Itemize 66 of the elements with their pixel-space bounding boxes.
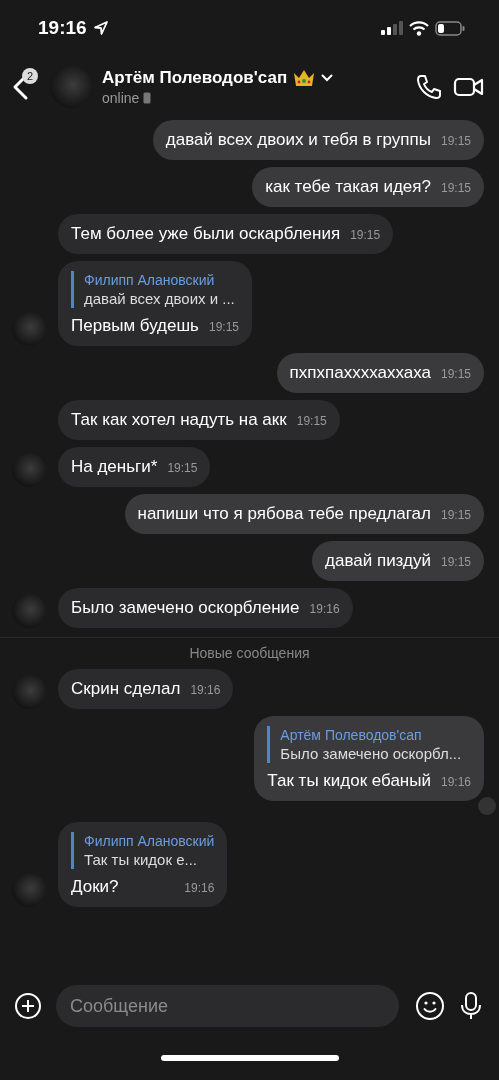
message-text: пхпхпаххххаххаха xyxy=(289,362,431,384)
message-bubble[interactable]: давай пиздуй 19:15 xyxy=(312,541,484,581)
wifi-icon xyxy=(409,20,429,36)
reply-author: Филипп Алановский xyxy=(84,272,216,288)
video-call-icon[interactable] xyxy=(453,75,485,99)
message-text: напиши что я рябова тебе предлагал xyxy=(137,503,431,525)
message-time: 19:15 xyxy=(440,555,471,569)
message-bubble[interactable]: На деньги* 19:15 xyxy=(58,447,211,487)
message-time: 19:15 xyxy=(440,367,471,381)
reply-quote[interactable]: Филипп Алановский Так ты кидок е... xyxy=(71,832,215,869)
message-input[interactable]: Сообщение xyxy=(56,985,399,1027)
status-time: 19:16 xyxy=(38,17,87,39)
phone-device-icon xyxy=(143,92,152,104)
message-text: Так ты кидок ебаный xyxy=(267,770,431,792)
message-bubble[interactable]: Филипп Алановский давай всех двоих и ... Первым будешь 19:15 xyxy=(58,261,252,346)
message-bubble[interactable]: Тем более уже были оскарбления 19:15 xyxy=(58,214,394,254)
message-text: как тебе такая идея? xyxy=(265,176,431,198)
emoji-icon[interactable] xyxy=(415,991,445,1021)
reply-author: Артём Полеводов'сап xyxy=(280,727,423,743)
microphone-icon[interactable] xyxy=(459,991,483,1021)
reply-author: Филипп Алановский xyxy=(84,833,215,849)
online-status: online xyxy=(102,90,140,106)
call-icon[interactable] xyxy=(415,73,443,101)
message-time: 19:15 xyxy=(167,461,198,475)
message-text: Было замечено оскорбление xyxy=(71,597,300,619)
reply-text: Было замечено оскорбл... xyxy=(280,745,463,762)
message-text: Скрин сделал xyxy=(71,678,181,700)
message-bubble[interactable]: Было замечено оскорбление 19:16 xyxy=(58,588,353,628)
message-time: 19:15 xyxy=(440,134,471,148)
reply-text: Так ты кидок е... xyxy=(84,851,198,868)
message-time: 19:15 xyxy=(350,228,381,242)
message-bubble[interactable]: как тебе такая идея? 19:15 xyxy=(252,167,484,207)
message-text: На деньги* xyxy=(71,456,158,478)
new-messages-divider: Новые сообщения xyxy=(189,645,310,661)
add-icon[interactable] xyxy=(14,992,42,1020)
message-text: давай пиздуй xyxy=(325,550,431,572)
message-bubble[interactable]: Скрин сделал 19:16 xyxy=(58,669,234,709)
crown-icon xyxy=(293,69,316,87)
message-bubble[interactable]: напиши что я рябова тебе предлагал 19:15 xyxy=(124,494,484,534)
message-text: Доки? xyxy=(71,876,119,898)
message-time: 19:16 xyxy=(190,683,221,697)
reply-quote[interactable]: Филипп Алановский давай всех двоих и ... xyxy=(71,271,239,308)
message-bubble[interactable]: Филипп Алановский Так ты кидок е... Доки? 19:16 xyxy=(58,822,228,907)
message-bubble[interactable]: Артём Полеводов'сап Было замечено оскорбл... Так ты кидок ебаный 19:16 xyxy=(254,716,484,801)
message-bubble[interactable]: пхпхпаххххаххаха 19:15 xyxy=(276,353,484,393)
battery-icon xyxy=(435,20,465,36)
message-time: 19:16 xyxy=(309,602,340,616)
message-time: 19:16 xyxy=(440,775,471,789)
reply-text: давай всех двоих и ... xyxy=(84,290,236,307)
message-text: Тем более уже были оскарбления xyxy=(71,223,341,245)
message-time: 19:15 xyxy=(440,508,471,522)
message-text: Первым будешь xyxy=(71,315,199,337)
chevron-down-icon[interactable] xyxy=(321,74,334,82)
message-bubble[interactable]: Так как хотел надуть на акк 19:15 xyxy=(58,400,340,440)
message-time: 19:15 xyxy=(296,414,327,428)
message-bubble[interactable]: давай всех двоих и тебя в группы 19:15 xyxy=(152,120,484,160)
contact-name[interactable]: Артём Полеводов'сап xyxy=(102,68,288,88)
location-arrow-icon xyxy=(92,20,109,36)
unread-badge: 2 xyxy=(22,68,38,84)
signal-icon xyxy=(381,21,403,35)
reply-quote[interactable]: Артём Полеводов'сап Было замечено оскорбл... xyxy=(267,726,471,763)
message-text: давай всех двоих и тебя в группы xyxy=(165,129,431,151)
message-text: Так как хотел надуть на акк xyxy=(71,409,287,431)
message-time: 19:15 xyxy=(208,320,239,334)
message-time: 19:15 xyxy=(440,181,471,195)
message-time: 19:16 xyxy=(184,881,215,895)
